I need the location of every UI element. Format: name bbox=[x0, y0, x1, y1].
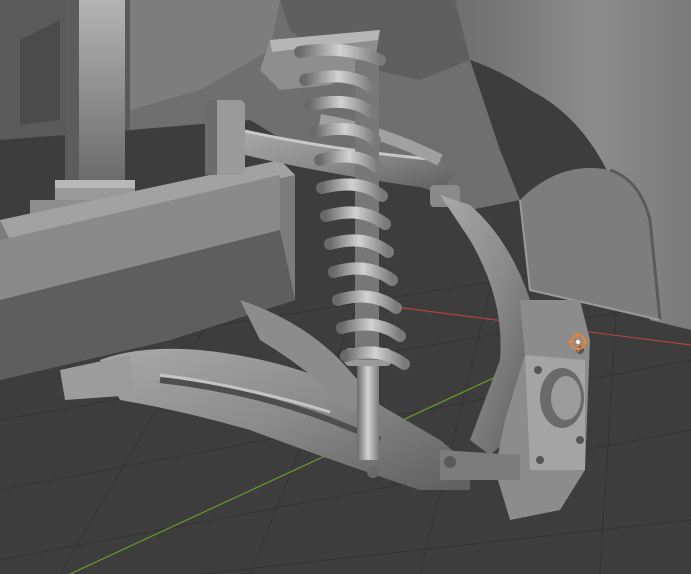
viewport-canvas[interactable] bbox=[0, 0, 691, 574]
3d-viewport[interactable] bbox=[0, 0, 691, 574]
frame-rail[interactable] bbox=[0, 160, 295, 380]
